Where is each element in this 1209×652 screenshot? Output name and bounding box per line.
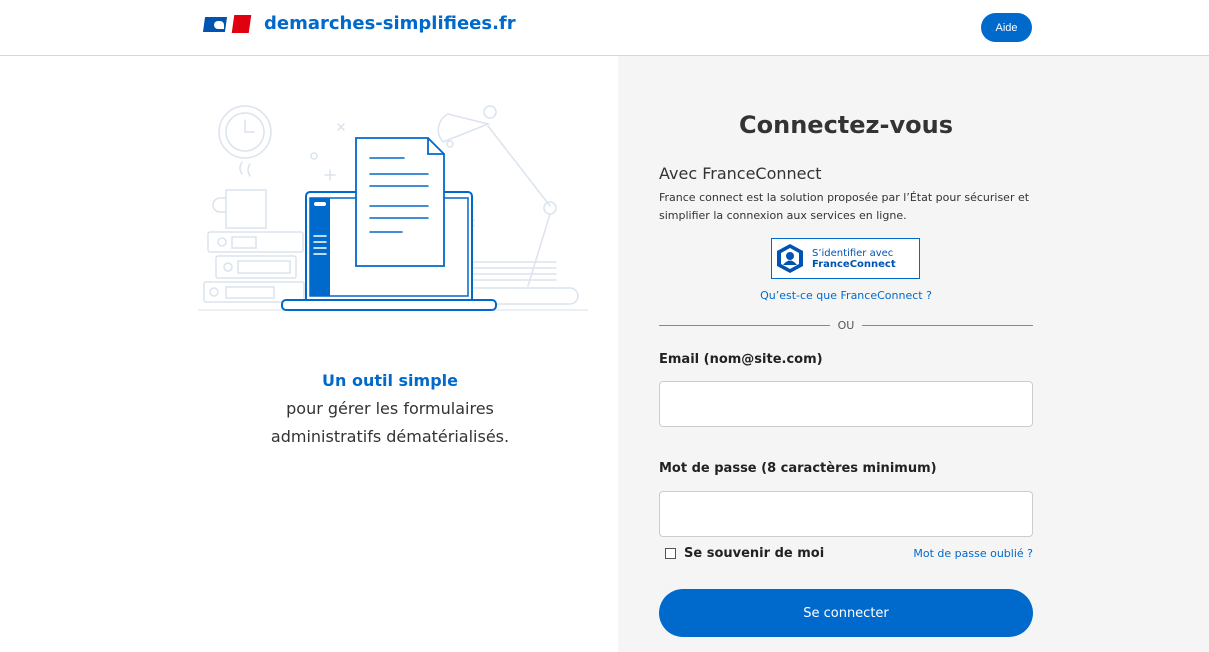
- or-separator-label: OU: [837, 318, 855, 332]
- home-link[interactable]: demarches-simplifiees.fr: [202, 13, 516, 34]
- remember-me-checkbox[interactable]: [665, 548, 676, 559]
- separator-line-right: [862, 324, 1033, 326]
- franceconnect-description: France connect est la solution proposée …: [659, 191, 1030, 222]
- forgot-password-link[interactable]: Mot de passe oublié ?: [913, 547, 1033, 560]
- password-label: Mot de passe (8 caractères minimum): [659, 461, 937, 476]
- franceconnect-button[interactable]: S’identifier avec FranceConnect: [771, 238, 920, 279]
- or-separator: OU: [659, 318, 1033, 332]
- login-button[interactable]: Se connecter: [659, 589, 1033, 637]
- remember-me-toggle[interactable]: Se souvenir de moi: [665, 546, 824, 561]
- what-is-franceconnect-link[interactable]: Qu’est-ce que FranceConnect ?: [659, 289, 1033, 302]
- site-name: demarches-simplifiees.fr: [264, 13, 516, 34]
- remember-me-label: Se souvenir de moi: [684, 546, 825, 561]
- laptop-illustration-icon: [198, 105, 588, 311]
- login-panel: Connectez-vous Avec FranceConnect France…: [618, 56, 1209, 652]
- marianne-logo-icon: [202, 14, 252, 34]
- page-title: Connectez-vous: [739, 111, 953, 139]
- email-label: Email (nom@site.com): [659, 352, 823, 367]
- email-field[interactable]: [659, 381, 1033, 427]
- left-panel: Un outil simple pour gérer les formulair…: [0, 56, 618, 652]
- franceconnect-heading: Avec FranceConnect: [659, 164, 822, 183]
- password-field[interactable]: [659, 491, 1033, 537]
- franceconnect-button-line-1: S’identifier avec: [812, 247, 894, 259]
- site-header: demarches-simplifiees.fr Aide: [0, 0, 1209, 56]
- separator-line-left: [659, 324, 830, 326]
- help-button[interactable]: Aide: [981, 13, 1032, 42]
- franceconnect-logo-icon: [777, 244, 803, 273]
- franceconnect-button-line-2: FranceConnect: [812, 258, 896, 270]
